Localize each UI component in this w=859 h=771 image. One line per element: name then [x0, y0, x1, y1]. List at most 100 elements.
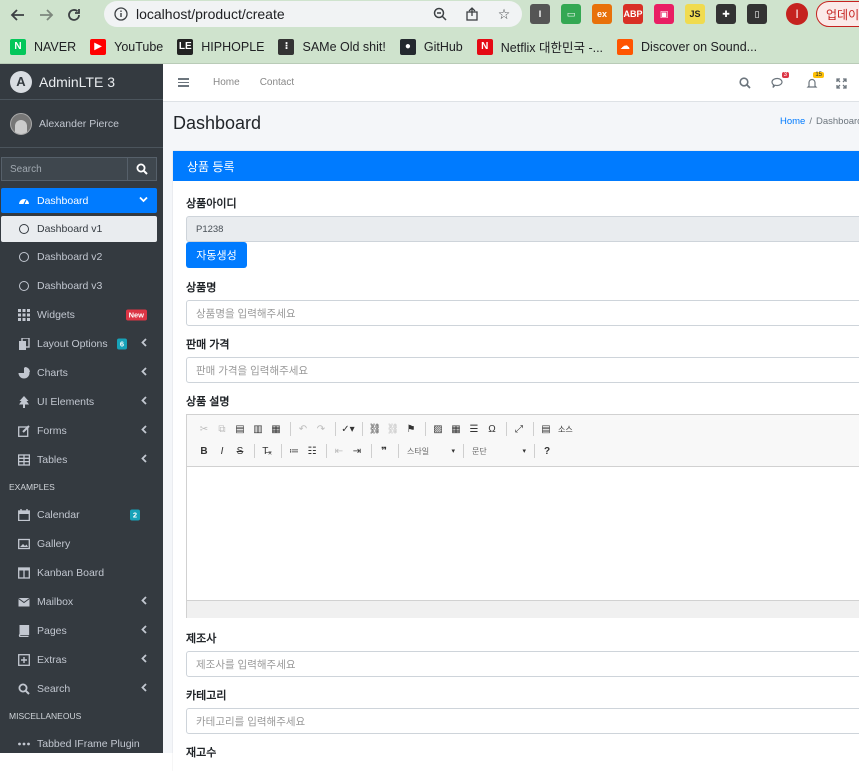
search-icon[interactable]: [737, 75, 753, 91]
sidebar-item-pages[interactable]: Pages: [1, 616, 157, 645]
copy-icon[interactable]: ⧉: [214, 421, 230, 437]
extension-icon[interactable]: ▯: [747, 4, 767, 24]
card-title: 상품 등록: [173, 151, 859, 181]
paste-text-icon[interactable]: ▥: [250, 421, 266, 437]
sidebar-item-forms[interactable]: Forms: [1, 416, 157, 445]
unlink-icon[interactable]: ⛓: [385, 421, 401, 437]
remove-format-icon[interactable]: T̶ₓ: [259, 443, 275, 459]
bookmark-item[interactable]: N NAVER: [10, 38, 77, 55]
content-wrapper: Dashboard Home / Dashboard 상품 등록 상품아이디 P12…: [163, 102, 859, 771]
name-input[interactable]: 상품명을 입력해주세요: [186, 300, 859, 326]
extension-icon[interactable]: JS: [685, 4, 705, 24]
cut-icon[interactable]: ✂: [196, 421, 212, 437]
product-id-field[interactable]: P1238: [186, 216, 859, 242]
indent-icon[interactable]: ⇥: [349, 443, 365, 459]
numbered-list-icon[interactable]: ≔: [286, 443, 302, 459]
maker-input[interactable]: 제조사를 입력해주세요: [186, 651, 859, 677]
auto-generate-button[interactable]: 자동생성: [186, 242, 247, 268]
sidebar-search-input[interactable]: Search: [1, 157, 127, 181]
bookmark-item[interactable]: ⁝ SAMe Old shit!: [278, 38, 386, 55]
sidebar-item-gallery[interactable]: Gallery: [1, 529, 157, 558]
nav-home-link[interactable]: Home: [213, 77, 240, 88]
stock-label: 재고수: [186, 747, 217, 759]
extension-icon[interactable]: ex: [592, 4, 612, 24]
bookmark-item[interactable]: LE HIPHOPLE: [177, 38, 264, 55]
sidebar-item-widgets[interactable]: Widgets New: [1, 300, 157, 329]
brand-link[interactable]: A AdminLTE 3: [0, 64, 163, 100]
sidebar-item-layout-options[interactable]: Layout Options 6: [1, 329, 157, 358]
sidebar-item-mailbox[interactable]: Mailbox: [1, 587, 157, 616]
extension-icon[interactable]: ▣: [654, 4, 674, 24]
sidebar-item-dashboard-v1[interactable]: Dashboard v1: [1, 216, 157, 242]
update-button[interactable]: 업데이: [816, 1, 859, 27]
bell-icon[interactable]: 15: [804, 72, 824, 91]
sidebar-item-search[interactable]: Search: [1, 674, 157, 703]
bullet-list-icon[interactable]: ☷: [304, 443, 320, 459]
price-input[interactable]: 판매 가격을 입력해주세요: [186, 357, 859, 383]
sidebar-item-extras[interactable]: Extras: [1, 645, 157, 674]
extension-icon[interactable]: I: [530, 4, 550, 24]
user-panel[interactable]: Alexander Pierce: [0, 100, 163, 148]
notifications-badge: 15: [813, 72, 824, 78]
info-icon[interactable]: [110, 3, 132, 25]
paste-icon[interactable]: ▤: [232, 421, 248, 437]
bookmark-label: NAVER: [34, 39, 77, 54]
search-icon[interactable]: [127, 157, 157, 181]
bookmark-item[interactable]: N Netflix 대한민국 -...: [476, 37, 603, 56]
paste-word-icon[interactable]: ▦: [268, 421, 284, 437]
sidebar-item-dashboard-v3[interactable]: Dashboard v3: [1, 271, 157, 300]
user-name[interactable]: Alexander Pierce: [39, 118, 119, 130]
sidebar-item-tabbed-iframe-plugin[interactable]: Tabbed IFrame Plugin: [1, 729, 157, 753]
sidebar-item-calendar[interactable]: Calendar 2: [1, 500, 157, 529]
extension-icon[interactable]: ▭: [561, 4, 581, 24]
blockquote-icon[interactable]: ❞: [376, 443, 392, 459]
redo-icon[interactable]: ↷: [313, 421, 329, 437]
horizontal-line-icon[interactable]: ☰: [466, 421, 482, 437]
outdent-icon[interactable]: ⇤: [331, 443, 347, 459]
sidebar-item-ui-elements[interactable]: UI Elements: [1, 387, 157, 416]
forward-arrow-icon[interactable]: [32, 1, 60, 29]
bookmark-item[interactable]: ☁ Discover on Sound...: [617, 38, 757, 55]
reload-icon[interactable]: [60, 1, 88, 29]
link-icon[interactable]: ⛓: [367, 421, 383, 437]
profile-avatar[interactable]: I: [786, 3, 808, 25]
url-text[interactable]: localhost/product/create: [136, 6, 285, 22]
extension-icon[interactable]: ✚: [716, 4, 736, 24]
sidebar-item-charts[interactable]: Charts: [1, 358, 157, 387]
maximize-icon[interactable]: ⤢: [511, 421, 527, 437]
category-input[interactable]: 카테고리를 입력해주세요: [186, 708, 859, 734]
fullscreen-icon[interactable]: [833, 75, 849, 91]
special-char-icon[interactable]: Ω: [484, 421, 500, 437]
table-icon: [18, 453, 30, 466]
sidebar-item-tables[interactable]: Tables: [1, 445, 157, 474]
extension-icon[interactable]: ABP: [623, 4, 643, 24]
breadcrumb-home[interactable]: Home: [780, 116, 805, 127]
format-combo[interactable]: 문단 ▾: [468, 443, 530, 459]
sidebar-item-kanban-board[interactable]: Kanban Board: [1, 558, 157, 587]
editor-content-area[interactable]: [187, 467, 859, 600]
hamburger-menu-icon[interactable]: [178, 78, 189, 87]
address-bar[interactable]: localhost/product/create ☆: [104, 1, 522, 27]
help-icon[interactable]: ?: [539, 443, 555, 459]
sidebar-item-dashboard-v2[interactable]: Dashboard v2: [1, 242, 157, 271]
messages-icon[interactable]: 3: [769, 72, 789, 91]
spellcheck-icon[interactable]: ✓▾: [340, 421, 356, 437]
bold-icon[interactable]: B: [196, 443, 212, 459]
undo-icon[interactable]: ↶: [295, 421, 311, 437]
italic-icon[interactable]: I: [214, 443, 230, 459]
style-combo[interactable]: 스타일 ▾: [403, 443, 459, 459]
strike-icon[interactable]: S: [232, 443, 248, 459]
zoom-icon[interactable]: [430, 4, 450, 24]
anchor-flag-icon[interactable]: ⚑: [403, 421, 419, 437]
table-icon[interactable]: ▦: [448, 421, 464, 437]
nav-contact-link[interactable]: Contact: [260, 77, 294, 88]
bookmark-item[interactable]: ▶ YouTube: [90, 38, 163, 55]
source-icon[interactable]: ▤: [538, 421, 554, 437]
star-icon[interactable]: ☆: [494, 4, 514, 24]
source-button-label[interactable]: 소스: [558, 424, 573, 435]
sidebar-item-dashboard[interactable]: Dashboard: [1, 188, 157, 213]
share-icon[interactable]: [462, 4, 482, 24]
bookmark-item[interactable]: ● GitHub: [399, 38, 463, 55]
image-icon[interactable]: ▨: [430, 421, 446, 437]
back-arrow-icon[interactable]: [4, 1, 32, 29]
